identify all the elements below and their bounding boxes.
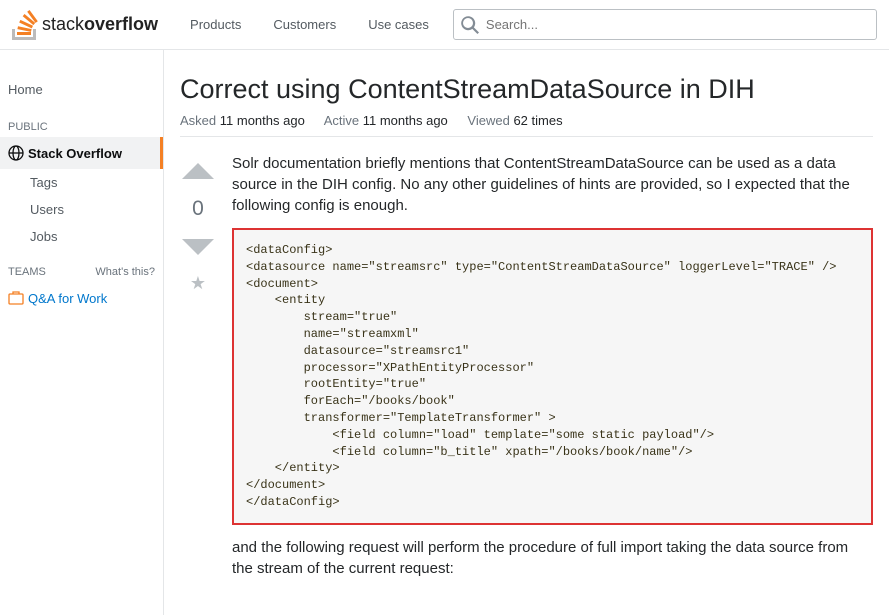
- sidebar-home[interactable]: Home: [0, 74, 163, 105]
- sidebar-stack-overflow[interactable]: Stack Overflow: [0, 137, 163, 169]
- viewed-value: 62 times: [513, 113, 562, 128]
- logo[interactable]: stackoverflow: [12, 10, 158, 40]
- post-paragraph-1: Solr documentation briefly mentions that…: [232, 153, 873, 216]
- sidebar-so-label: Stack Overflow: [28, 146, 122, 161]
- asked-label: Asked: [180, 113, 216, 128]
- nav-customers[interactable]: Customers: [261, 9, 348, 40]
- nav-use-cases[interactable]: Use cases: [356, 9, 441, 40]
- sidebar-qa-work[interactable]: Q&A for Work: [0, 282, 163, 314]
- post-paragraph-2: and the following request will perform t…: [232, 537, 873, 579]
- question-meta: Asked 11 months ago Active 11 months ago…: [180, 113, 873, 137]
- favorite-star-icon[interactable]: ★: [190, 273, 206, 294]
- logo-text-light: stack: [42, 14, 84, 34]
- sidebar-jobs[interactable]: Jobs: [0, 223, 163, 250]
- search-input[interactable]: [453, 9, 877, 40]
- sidebar-teams-label: TEAMS: [8, 266, 46, 278]
- viewed-label: Viewed: [467, 113, 509, 128]
- active-value: 11 months ago: [363, 113, 448, 128]
- whats-this-link[interactable]: What's this?: [95, 266, 155, 278]
- vote-count: 0: [192, 197, 204, 221]
- sidebar-tags[interactable]: Tags: [0, 169, 163, 196]
- downvote-icon[interactable]: [180, 229, 216, 265]
- sidebar-users[interactable]: Users: [0, 196, 163, 223]
- active-label: Active: [324, 113, 359, 128]
- code-block: <dataConfig> <datasource name="streamsrc…: [232, 228, 873, 525]
- globe-icon: [8, 145, 24, 161]
- nav-products[interactable]: Products: [178, 9, 253, 40]
- stackoverflow-logo-icon: [12, 10, 38, 40]
- qa-work-label: Q&A for Work: [28, 291, 107, 306]
- asked-value: 11 months ago: [220, 113, 305, 128]
- question-title: Correct using ContentStreamDataSource in…: [180, 74, 873, 105]
- logo-text-bold: overflow: [84, 14, 158, 34]
- sidebar-public-label: PUBLIC: [0, 105, 163, 137]
- upvote-icon[interactable]: [180, 153, 216, 189]
- briefcase-icon: [8, 290, 24, 306]
- search-icon: [461, 16, 479, 34]
